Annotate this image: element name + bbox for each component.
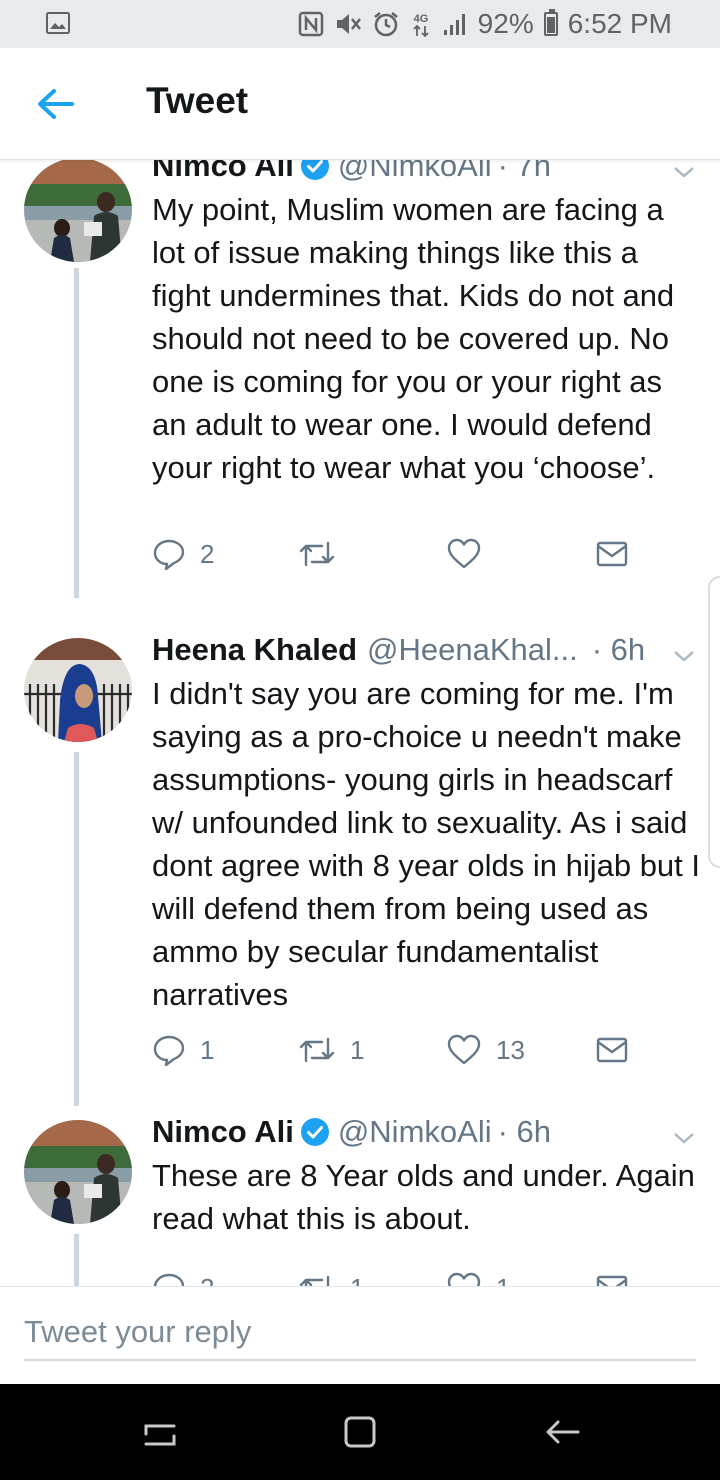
chevron-down-icon[interactable] bbox=[672, 648, 696, 664]
reply-icon bbox=[153, 1273, 185, 1286]
reply-count: 2 bbox=[200, 538, 215, 569]
status-time: 6:52 PM bbox=[567, 8, 672, 39]
user-handle[interactable]: @NimkoAli bbox=[338, 160, 492, 184]
retweet-button[interactable] bbox=[298, 534, 350, 574]
back-arrow-icon[interactable] bbox=[30, 82, 82, 126]
tweet-time: · 6h bbox=[497, 1114, 552, 1149]
mail-icon bbox=[596, 1037, 628, 1063]
like-button[interactable]: 1 bbox=[446, 1268, 510, 1286]
heart-icon bbox=[447, 1034, 481, 1065]
retweet-button[interactable]: 1 bbox=[298, 1030, 364, 1070]
tweet-header: Nimco Ali @NimkoAli · 6h bbox=[152, 1114, 551, 1150]
tweet-actions: 2 bbox=[152, 534, 652, 574]
tweet-time: · 7h bbox=[497, 160, 552, 183]
system-nav-bar bbox=[0, 1384, 720, 1480]
user-handle[interactable]: @NimkoAli bbox=[338, 1114, 492, 1150]
back-icon[interactable] bbox=[540, 1410, 584, 1454]
retweet-icon bbox=[299, 1037, 335, 1063]
reply-button[interactable]: 2 bbox=[152, 1268, 214, 1286]
tweet[interactable]: Nimco Ali @NimkoAli · 7h My point, Musli… bbox=[0, 160, 720, 602]
alarm-icon bbox=[373, 12, 398, 37]
avatar-image bbox=[24, 638, 132, 742]
thread-line bbox=[74, 268, 79, 598]
reply-count: 1 bbox=[200, 1034, 215, 1065]
reply-bar bbox=[0, 1286, 720, 1384]
tweet-actions: 2 1 1 bbox=[152, 1268, 652, 1286]
reply-count: 2 bbox=[200, 1273, 214, 1287]
display-name[interactable]: Nimco Ali bbox=[152, 160, 294, 184]
recent-apps-icon[interactable] bbox=[138, 1410, 182, 1454]
display-name[interactable]: Nimco Ali bbox=[152, 1114, 294, 1150]
verified-badge-icon bbox=[300, 160, 329, 180]
direct-message-button[interactable] bbox=[596, 534, 628, 574]
home-icon[interactable] bbox=[338, 1410, 382, 1454]
retweet-icon bbox=[299, 1275, 330, 1286]
avatar[interactable] bbox=[24, 638, 132, 742]
mail-icon bbox=[596, 541, 628, 567]
status-bar: 4G 92% 6:52 PM bbox=[0, 0, 720, 48]
tweet[interactable]: Nimco Ali @NimkoAli · 6h These are 8 Yea… bbox=[0, 1108, 720, 1286]
app-header: Tweet bbox=[0, 48, 720, 160]
4g-icon: 4G bbox=[413, 13, 429, 38]
tweet-text: These are 8 Year olds and under. Again r… bbox=[152, 1158, 695, 1236]
like-count: 13 bbox=[496, 1034, 525, 1065]
like-button[interactable] bbox=[446, 534, 496, 574]
signal-icon bbox=[443, 14, 465, 35]
verified-badge-icon bbox=[300, 1118, 329, 1146]
retweet-count: 1 bbox=[350, 1273, 364, 1287]
avatar-image bbox=[24, 160, 132, 262]
reply-icon bbox=[153, 539, 185, 571]
display-name[interactable]: Heena Khaled bbox=[152, 632, 357, 668]
chevron-down-icon[interactable] bbox=[672, 164, 696, 180]
nfc-icon bbox=[298, 11, 323, 37]
direct-message-button[interactable] bbox=[596, 1268, 628, 1286]
avatar[interactable] bbox=[24, 1120, 132, 1224]
gallery-icon bbox=[46, 12, 70, 34]
retweet-button[interactable]: 1 bbox=[298, 1268, 364, 1286]
direct-message-button[interactable] bbox=[596, 1030, 628, 1070]
tweet-text: My point, Muslim women are facing a lot … bbox=[152, 192, 675, 485]
avatar[interactable] bbox=[24, 160, 132, 262]
like-count: 1 bbox=[496, 1273, 510, 1287]
conversation-feed[interactable]: Nimco Ali @NimkoAli · 7h My point, Musli… bbox=[0, 160, 720, 1286]
tweet-actions: 1 1 13 bbox=[152, 1030, 652, 1070]
reply-button[interactable]: 2 bbox=[152, 534, 214, 574]
reply-input[interactable] bbox=[24, 1315, 696, 1361]
mail-icon bbox=[596, 1275, 628, 1286]
tweet-text: I didn't say you are coming for me. I'm … bbox=[152, 676, 701, 1012]
page-title: Tweet bbox=[146, 80, 249, 121]
battery-icon bbox=[543, 9, 558, 36]
like-button[interactable]: 13 bbox=[446, 1030, 525, 1070]
status-icons: 4G 92% 6:52 PM bbox=[298, 8, 672, 40]
heart-icon bbox=[447, 538, 481, 569]
chevron-down-icon[interactable] bbox=[672, 1130, 696, 1146]
tweet-header: Heena Khaled @HeenaKhal... · 6h bbox=[152, 632, 645, 668]
battery-fill bbox=[546, 16, 555, 33]
reply-button[interactable]: 1 bbox=[152, 1030, 214, 1070]
retweet-count: 1 bbox=[350, 1034, 365, 1065]
battery-percent: 92% bbox=[477, 8, 534, 39]
user-handle[interactable]: @HeenaKhal... bbox=[367, 632, 578, 668]
thread-line bbox=[74, 1234, 79, 1286]
mute-icon bbox=[336, 14, 361, 34]
scroll-handle[interactable] bbox=[708, 576, 720, 868]
heart-icon bbox=[447, 1272, 481, 1286]
avatar-image bbox=[24, 1120, 132, 1224]
retweet-icon bbox=[299, 541, 335, 567]
reply-icon bbox=[153, 1035, 185, 1067]
tweet-header: Nimco Ali @NimkoAli · 7h bbox=[152, 160, 551, 184]
network-label: 4G bbox=[413, 13, 428, 25]
tweet-time: · 6h bbox=[591, 632, 646, 667]
thread-line bbox=[74, 752, 79, 1106]
tweet[interactable]: Heena Khaled @HeenaKhal... · 6h I didn't… bbox=[0, 626, 720, 1106]
